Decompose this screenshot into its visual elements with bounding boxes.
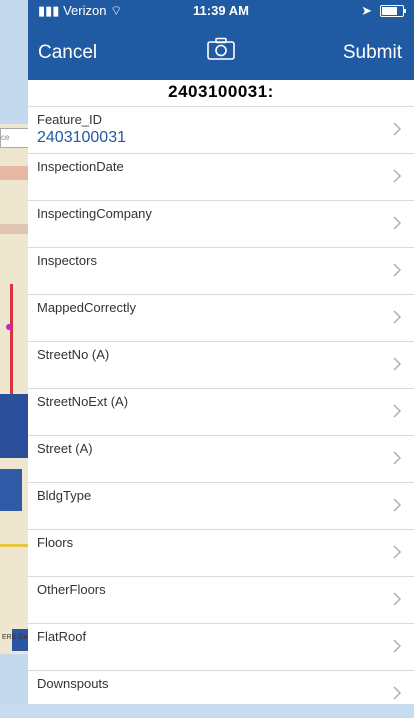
chevron-right-icon xyxy=(393,169,402,183)
field-label: StreetNoExt (A) xyxy=(37,394,129,409)
chevron-right-icon xyxy=(393,122,402,136)
field-row-other-floors[interactable]: OtherFloors xyxy=(28,577,414,624)
field-row-bldg-type[interactable]: BldgType xyxy=(28,483,414,530)
field-row-feature-id[interactable]: Feature_ID 2403100031 xyxy=(28,107,414,154)
chevron-right-icon xyxy=(393,310,402,324)
chevron-right-icon xyxy=(393,545,402,559)
chevron-right-icon xyxy=(393,498,402,512)
map-building xyxy=(0,469,22,511)
field-label: Street (A) xyxy=(37,441,93,456)
navigation-bar: Cancel Submit xyxy=(28,22,414,80)
field-row-mapped-correctly[interactable]: MappedCorrectly xyxy=(28,295,414,342)
field-label: MappedCorrectly xyxy=(37,300,136,315)
map-credit: ERE Ge xyxy=(2,634,28,641)
field-label: Inspectors xyxy=(37,253,97,268)
field-label: Feature_ID xyxy=(37,112,103,127)
chevron-right-icon xyxy=(393,357,402,371)
location-arrow-icon: ➤ xyxy=(361,3,372,18)
status-bar: ▮▮▮ Verizon ⌔ 11:39 AM ➤ xyxy=(28,0,414,22)
status-right: ➤ xyxy=(361,3,406,19)
field-label: Downspouts xyxy=(37,676,109,691)
cancel-button[interactable]: Cancel xyxy=(38,42,97,64)
field-label: InspectionDate xyxy=(37,159,124,174)
field-label: OtherFloors xyxy=(37,582,106,597)
chevron-right-icon xyxy=(393,639,402,653)
field-row-inspecting-company[interactable]: InspectingCompany xyxy=(28,201,414,248)
field-label: StreetNo (A) xyxy=(37,347,110,362)
chevron-right-icon xyxy=(393,216,402,230)
field-row-street[interactable]: Street (A) xyxy=(28,436,414,483)
field-row-floors[interactable]: Floors xyxy=(28,530,414,577)
field-label: Floors xyxy=(37,535,74,550)
submit-button[interactable]: Submit xyxy=(343,42,402,64)
field-row-inspectors[interactable]: Inspectors xyxy=(28,248,414,295)
feature-title: 2403100031: xyxy=(28,80,414,107)
field-label: InspectingCompany xyxy=(37,206,152,221)
field-label: FlatRoof xyxy=(37,629,87,644)
field-row-street-no-ext[interactable]: StreetNoExt (A) xyxy=(28,389,414,436)
status-time: 11:39 AM xyxy=(193,3,249,18)
field-label: BldgType xyxy=(37,488,92,503)
field-row-street-no[interactable]: StreetNo (A) xyxy=(28,342,414,389)
chevron-right-icon xyxy=(393,404,402,418)
chevron-right-icon xyxy=(393,592,402,606)
field-row-inspection-date[interactable]: InspectionDate xyxy=(28,154,414,201)
chevron-right-icon xyxy=(393,263,402,277)
chevron-right-icon xyxy=(393,686,402,700)
map-point xyxy=(6,324,12,330)
phone-screen: ▮▮▮ Verizon ⌔ 11:39 AM ➤ Cancel Submit 2… xyxy=(28,0,414,718)
field-row-downspouts[interactable]: Downspouts xyxy=(28,671,414,718)
battery-icon xyxy=(380,5,406,17)
chevron-right-icon xyxy=(393,451,402,465)
field-value: 2403100031 xyxy=(37,129,126,146)
camera-icon[interactable] xyxy=(206,37,236,61)
field-row-flat-roof[interactable]: FlatRoof xyxy=(28,624,414,671)
